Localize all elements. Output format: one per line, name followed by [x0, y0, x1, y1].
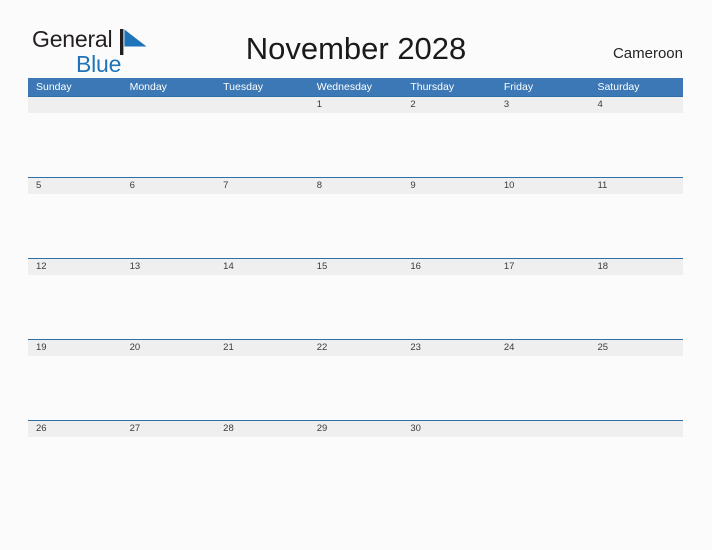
weekday-header-wednesday: Wednesday — [316, 81, 372, 93]
weekday-header-tuesday: Tuesday — [223, 81, 264, 93]
weekday-header-monday: Monday — [129, 81, 167, 93]
week-event-area — [28, 194, 683, 258]
day-cell[interactable] — [28, 437, 122, 501]
week-event-area — [28, 113, 683, 177]
day-number[interactable]: 23 — [402, 340, 496, 356]
calendar-week-row: 1 2 3 4 — [28, 96, 683, 177]
day-cell[interactable] — [122, 275, 216, 339]
day-number[interactable]: 14 — [215, 259, 309, 275]
day-number[interactable]: 22 — [309, 340, 403, 356]
day-number[interactable]: 11 — [589, 178, 683, 194]
day-cell[interactable] — [122, 356, 216, 420]
day-cell[interactable] — [215, 437, 309, 501]
day-cell[interactable] — [28, 194, 122, 258]
day-cell[interactable] — [28, 356, 122, 420]
day-number[interactable]: 3 — [496, 97, 590, 113]
day-number[interactable]: 21 — [215, 340, 309, 356]
day-number[interactable]: 15 — [309, 259, 403, 275]
day-cell[interactable] — [589, 113, 683, 177]
day-cell[interactable] — [309, 437, 403, 501]
day-number[interactable]: 24 — [496, 340, 590, 356]
day-number[interactable]: 19 — [28, 340, 122, 356]
weekday-header-saturday: Saturday — [597, 81, 640, 93]
weekday-header-row: Sunday Monday Tuesday Wednesday Thursday… — [28, 78, 683, 96]
day-number[interactable]: 20 — [122, 340, 216, 356]
day-number[interactable]: 1 — [309, 97, 403, 113]
day-cell[interactable] — [402, 275, 496, 339]
day-number[interactable]: 28 — [215, 421, 309, 437]
day-cell[interactable] — [496, 437, 590, 501]
weekday-header-friday: Friday — [503, 81, 534, 93]
day-number[interactable]: 4 — [589, 97, 683, 113]
day-cell[interactable] — [215, 113, 309, 177]
day-number[interactable]: 27 — [122, 421, 216, 437]
day-cell[interactable] — [215, 275, 309, 339]
page-title: November 2028 — [245, 31, 467, 66]
day-number[interactable] — [122, 97, 216, 113]
day-number[interactable]: 10 — [496, 178, 590, 194]
day-cell[interactable] — [402, 437, 496, 501]
country-label: Cameroon — [612, 45, 683, 62]
week-date-numbers: 19 20 21 22 23 24 25 — [28, 340, 683, 356]
day-number[interactable]: 26 — [28, 421, 122, 437]
day-cell[interactable] — [309, 113, 403, 177]
weekday-header-sunday: Sunday — [36, 81, 72, 93]
day-number[interactable]: 12 — [28, 259, 122, 275]
week-date-numbers: 5 6 7 8 9 10 11 — [28, 178, 683, 194]
day-number[interactable]: 2 — [402, 97, 496, 113]
day-number[interactable]: 30 — [402, 421, 496, 437]
day-number[interactable]: 6 — [122, 178, 216, 194]
day-cell[interactable] — [589, 437, 683, 501]
day-number[interactable]: 7 — [215, 178, 309, 194]
day-number[interactable] — [215, 97, 309, 113]
week-event-area — [28, 356, 683, 420]
calendar-week-row: 12 13 14 15 16 17 18 — [28, 258, 683, 339]
day-number[interactable]: 18 — [589, 259, 683, 275]
day-number[interactable]: 5 — [28, 178, 122, 194]
day-number[interactable]: 29 — [309, 421, 403, 437]
day-number[interactable]: 16 — [402, 259, 496, 275]
day-cell[interactable] — [122, 437, 216, 501]
day-cell[interactable] — [402, 356, 496, 420]
day-cell[interactable] — [589, 356, 683, 420]
day-cell[interactable] — [122, 113, 216, 177]
day-cell[interactable] — [122, 194, 216, 258]
day-cell[interactable] — [28, 113, 122, 177]
calendar-week-row: 5 6 7 8 9 10 11 — [28, 177, 683, 258]
day-number[interactable]: 13 — [122, 259, 216, 275]
day-number[interactable] — [28, 97, 122, 113]
day-number[interactable]: 17 — [496, 259, 590, 275]
day-cell[interactable] — [402, 113, 496, 177]
calendar-page: General Blue November 2028 Cameroon Sund… — [0, 0, 712, 550]
day-number[interactable] — [496, 421, 590, 437]
week-date-numbers: 1 2 3 4 — [28, 97, 683, 113]
day-cell[interactable] — [496, 113, 590, 177]
day-cell[interactable] — [589, 194, 683, 258]
day-number[interactable]: 9 — [402, 178, 496, 194]
day-cell[interactable] — [589, 275, 683, 339]
day-cell[interactable] — [309, 275, 403, 339]
day-number[interactable]: 8 — [309, 178, 403, 194]
day-cell[interactable] — [496, 194, 590, 258]
week-event-area — [28, 275, 683, 339]
week-date-numbers: 26 27 28 29 30 — [28, 421, 683, 437]
week-event-area — [28, 437, 683, 501]
day-cell[interactable] — [309, 356, 403, 420]
day-cell[interactable] — [402, 194, 496, 258]
day-number[interactable]: 25 — [589, 340, 683, 356]
weekday-header-thursday: Thursday — [410, 81, 455, 93]
page-header: General Blue November 2028 Cameroon — [0, 0, 712, 76]
day-cell[interactable] — [28, 275, 122, 339]
day-cell[interactable] — [496, 356, 590, 420]
day-number[interactable] — [589, 421, 683, 437]
calendar-table: Sunday Monday Tuesday Wednesday Thursday… — [28, 78, 683, 501]
calendar-week-row: 26 27 28 29 30 — [28, 420, 683, 501]
week-date-numbers: 12 13 14 15 16 17 18 — [28, 259, 683, 275]
calendar-week-row: 19 20 21 22 23 24 25 — [28, 339, 683, 420]
day-cell[interactable] — [496, 275, 590, 339]
day-cell[interactable] — [215, 356, 309, 420]
day-cell[interactable] — [215, 194, 309, 258]
day-cell[interactable] — [309, 194, 403, 258]
